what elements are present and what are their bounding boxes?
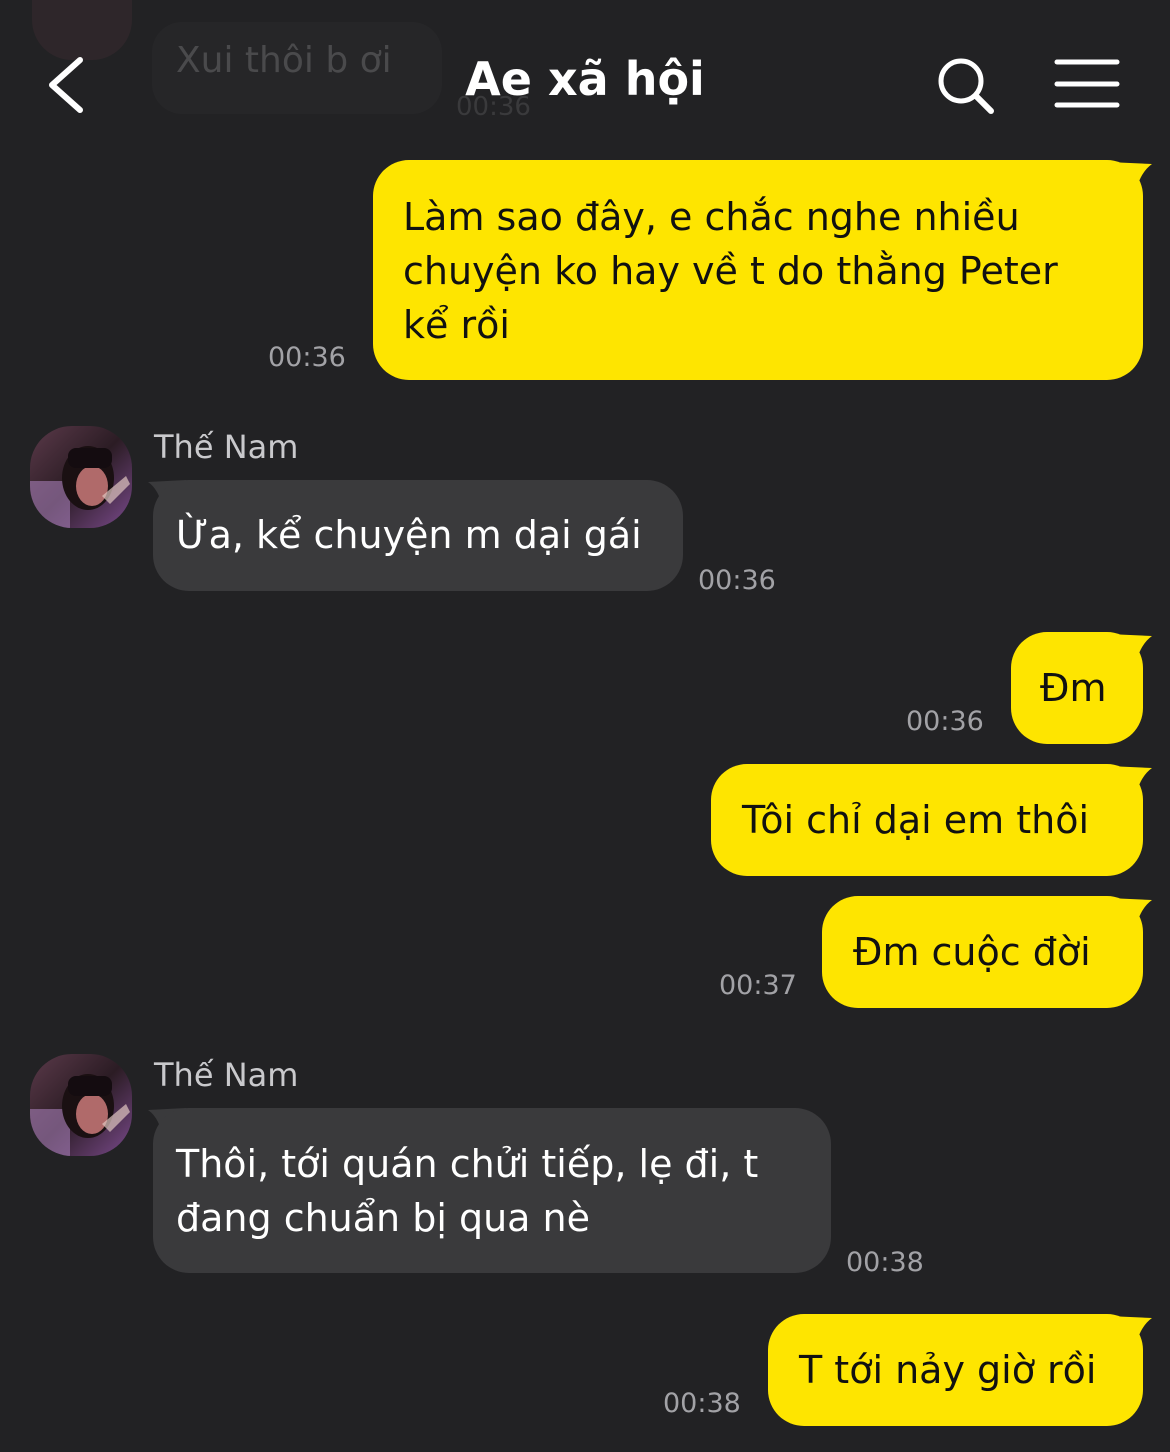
message-text-line: chuyện ko hay về t do thằng Peter [403, 249, 1058, 293]
message-time: 00:36 [906, 706, 984, 737]
sender-name: Thế Nam [154, 428, 299, 466]
message-bubble-outgoing[interactable]: Đm [1011, 632, 1143, 744]
search-icon[interactable] [934, 54, 998, 118]
avatar-photo [30, 1054, 132, 1156]
message-bubble-outgoing[interactable]: T tới nảy giờ rồi [768, 1314, 1143, 1426]
message-bubble-outgoing[interactable]: Làm sao đây, e chắc nghe nhiều chuyện ko… [373, 160, 1143, 380]
message-text-line: Thôi, tới quán chửi tiếp, lẹ đi, t [176, 1142, 759, 1186]
message-time: 00:37 [719, 970, 797, 1001]
avatar[interactable] [30, 1054, 132, 1156]
message-text-line: Đm cuộc đời [853, 930, 1091, 974]
message-bubble-incoming[interactable]: Thôi, tới quán chửi tiếp, lẹ đi, t đang … [153, 1108, 831, 1273]
message-time: 00:36 [698, 565, 776, 596]
sender-name: Thế Nam [154, 1056, 299, 1094]
previous-avatar [32, 0, 132, 60]
message-text-line: đang chuẩn bị qua nè [176, 1196, 590, 1240]
message-bubble-outgoing[interactable]: Đm cuộc đời [822, 896, 1143, 1008]
message-text-line: Tôi chỉ dại em thôi [742, 798, 1090, 842]
message-text-line: kể rồi [403, 303, 510, 347]
message-time: 00:38 [663, 1388, 741, 1419]
hamburger-menu-icon[interactable] [1054, 58, 1120, 110]
avatar[interactable] [30, 426, 132, 528]
chat-screen: Xui thôi b ơi 00:36 Ae xã hội Làm sao đâ… [0, 0, 1170, 1452]
message-time: 00:38 [846, 1247, 924, 1278]
message-time: 00:36 [268, 342, 346, 373]
message-text-line: Ừa, kể chuyện m dại gái [176, 513, 642, 557]
message-bubble-outgoing[interactable]: Tôi chỉ dại em thôi [711, 764, 1143, 876]
message-text-line: Đm [1040, 666, 1107, 710]
avatar-photo [30, 426, 132, 528]
message-bubble-incoming[interactable]: Ừa, kể chuyện m dại gái [153, 480, 683, 591]
message-text-line: T tới nảy giờ rồi [799, 1348, 1097, 1392]
message-text-line: Làm sao đây, e chắc nghe nhiều [403, 195, 1020, 239]
